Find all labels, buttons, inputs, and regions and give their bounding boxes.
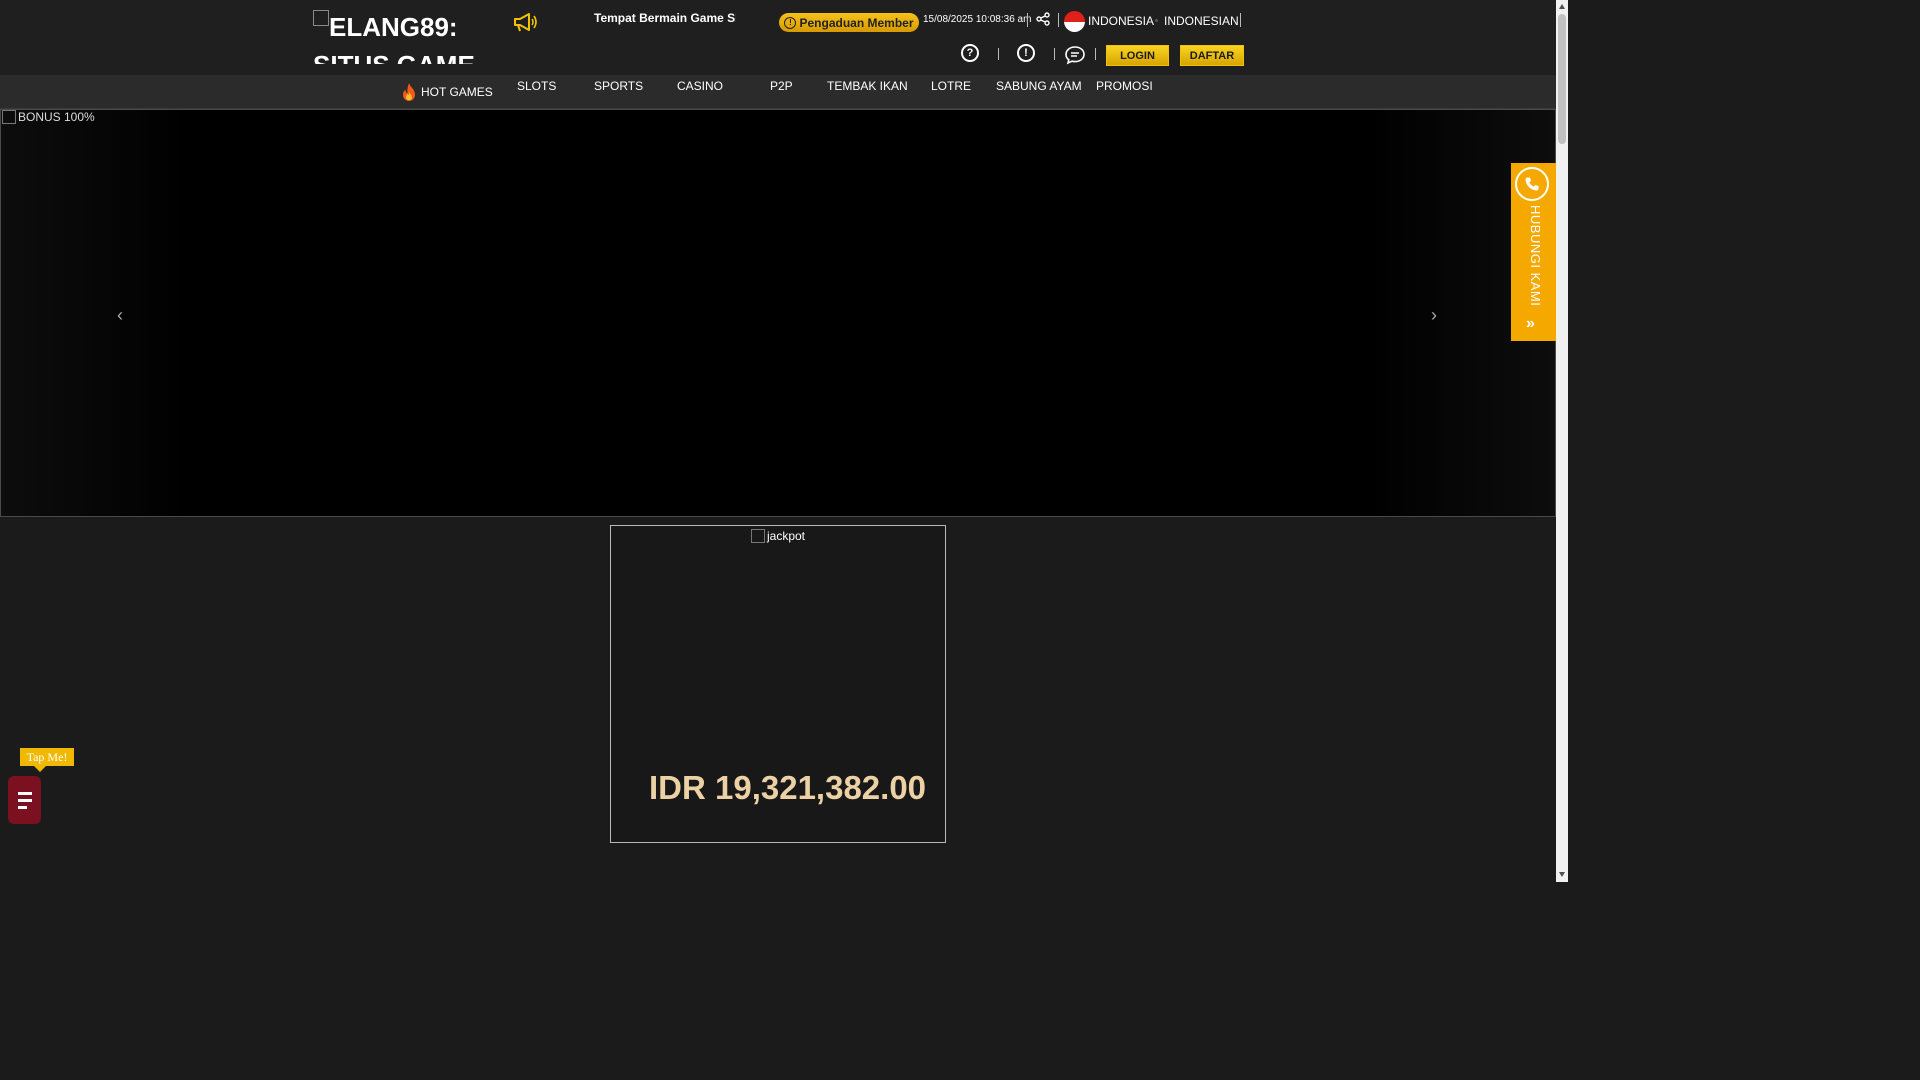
help-icon[interactable]: ?: [961, 44, 979, 62]
country-selector[interactable]: INDONESIA: [1088, 14, 1154, 28]
nav-item-slots[interactable]: SLOTS: [517, 79, 556, 93]
nav-item-p2p[interactable]: P2P: [770, 79, 793, 93]
menu-bar: [17, 791, 32, 795]
login-button[interactable]: LOGIN: [1106, 45, 1169, 66]
main-nav: HOT GAMES SLOTS SPORTS CASINO P2P TEMBAK…: [0, 75, 1556, 109]
jackpot-amount: IDR 19,321,382.00: [649, 769, 927, 806]
divider: [998, 48, 999, 60]
tap-me-tooltip: Tap Me!: [20, 748, 74, 772]
divider: [1027, 13, 1028, 27]
announcement-marquee: Tempat Bermain Game Slot: [594, 11, 736, 25]
megaphone-icon: [514, 13, 537, 32]
fire-icon: [403, 83, 415, 101]
chat-icon[interactable]: [1064, 45, 1086, 65]
divider: [1240, 13, 1241, 27]
current-datetime: 15/08/2025 10:08:36 am: [923, 14, 1032, 25]
menu-bar: [17, 805, 27, 809]
indonesia-flag-icon[interactable]: [1064, 11, 1085, 32]
floating-menu-button[interactable]: [8, 776, 41, 824]
phone-icon: [1515, 167, 1549, 201]
separator-dot: [1155, 19, 1158, 22]
contact-us-tab[interactable]: HUBUNGI KAMI »: [1511, 163, 1556, 341]
nav-item-lotre[interactable]: LOTRE: [931, 79, 971, 93]
member-complaint-button[interactable]: ! Pengaduan Member: [779, 13, 919, 32]
info-icon[interactable]: !: [1017, 44, 1035, 62]
language-selector[interactable]: INDONESIAN: [1164, 14, 1239, 28]
hot-games-label: HOT GAMES: [421, 85, 493, 99]
nav-item-casino[interactable]: CASINO: [677, 79, 723, 93]
contact-us-label: HUBUNGI KAMI: [1528, 205, 1543, 307]
divider: [1054, 48, 1055, 60]
nav-item-tembak-ikan[interactable]: TEMBAK IKAN: [827, 79, 908, 93]
nav-item-sabung-ayam[interactable]: SABUNG AYAM: [996, 79, 1082, 93]
alert-icon: !: [784, 16, 797, 29]
chevron-right-icon: »: [1526, 315, 1535, 332]
divider: [1058, 13, 1059, 27]
site-logo[interactable]: ELANG89: SITUS GAME: [313, 8, 483, 64]
nav-item-sports[interactable]: SPORTS: [594, 79, 643, 93]
nav-item-promosi[interactable]: PROMOSI: [1096, 79, 1153, 93]
scrollbar-thumb[interactable]: [1558, 14, 1566, 144]
nav-item-hot-games[interactable]: HOT GAMES: [400, 82, 493, 102]
banner-image: BONUS 100%: [2, 110, 95, 124]
jackpot-panel: jackpot IDR 19,321,382.00: [610, 525, 946, 843]
scroll-up-arrow-icon[interactable]: [1559, 4, 1565, 9]
carousel-next-button[interactable]: ›: [1431, 305, 1437, 326]
broken-image-icon: [750, 529, 765, 543]
jackpot-image: jackpot: [611, 529, 945, 543]
complaint-label: Pengaduan Member: [799, 15, 914, 30]
carousel-prev-button[interactable]: ‹: [117, 305, 123, 326]
promo-banner-carousel[interactable]: BONUS 100% ‹ ›: [0, 109, 1556, 517]
broken-image-icon: [313, 10, 329, 26]
divider: [1095, 48, 1096, 60]
menu-bar: [17, 798, 32, 802]
register-button[interactable]: DAFTAR: [1180, 45, 1244, 66]
scroll-down-arrow-icon[interactable]: [1559, 872, 1565, 877]
share-icon[interactable]: [1036, 12, 1050, 26]
top-header: ELANG89: SITUS GAME Tempat Bermain Game …: [0, 0, 1556, 75]
banner-alt-text: BONUS 100%: [18, 110, 95, 124]
broken-image-icon: [2, 110, 16, 124]
logo-alt-text: ELANG89: SITUS GAME: [313, 12, 475, 64]
jackpot-alt-text: jackpot: [766, 529, 806, 543]
